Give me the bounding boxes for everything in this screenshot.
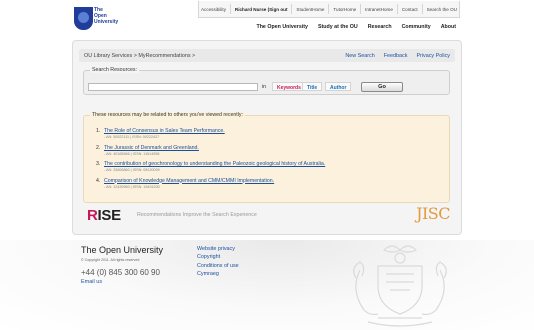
utility-bar: Accessibility Richard Nurse (Sign out St… <box>198 1 460 18</box>
nav-study[interactable]: Study at the OU <box>318 24 358 30</box>
divider <box>360 4 362 14</box>
divider <box>328 4 330 14</box>
main-navigation: The Open University Study at the OU Rese… <box>256 24 456 30</box>
item-meta: - AN: 40165566 | ISSN: 11614958 <box>104 151 160 156</box>
divider <box>396 4 398 14</box>
tutorhome-link[interactable]: TutorHome <box>333 7 356 12</box>
breadcrumb-library[interactable]: OU Library Services <box>84 53 132 59</box>
footer-links: Website privacy Copyright Conditions of … <box>197 245 239 279</box>
content-panel: OU Library Services > MyRecommendations … <box>72 40 462 235</box>
breadcrumb-myrecommendations[interactable]: MyRecommendations <box>138 53 190 59</box>
privacy-policy-link[interactable]: Privacy Policy <box>416 53 450 59</box>
item-meta: - AN: 12439960 | ISSN: 15401200 <box>104 184 160 189</box>
breadcrumb-separator: > <box>133 53 137 59</box>
divider <box>291 4 293 14</box>
recommendation-link[interactable]: The Role of Consensus in Sales Team Perf… <box>104 128 225 134</box>
contact-link[interactable]: Contact <box>402 7 418 12</box>
new-search-link[interactable]: New Search <box>345 53 374 59</box>
footer-title: The Open University <box>81 245 164 255</box>
search-legend: Search Resources: <box>90 67 140 73</box>
ou-wordmark: The Open University <box>94 7 118 25</box>
list-item: 1. The Role of Consensus in Sales Team Pe… <box>96 128 325 145</box>
list-item: 4. Comparison of Knowledge Management and… <box>96 178 325 195</box>
item-number: 2. <box>96 144 101 151</box>
footer-copyright: © Copyright 2011. All rights reserved <box>81 258 140 262</box>
nav-research[interactable]: Research <box>368 24 392 30</box>
search-option-author[interactable]: Author <box>325 82 352 91</box>
ou-logo[interactable]: The Open University <box>74 7 118 31</box>
rise-logo-rest: ISE <box>97 207 122 224</box>
item-number: 4. <box>96 177 101 184</box>
footer-email-link[interactable]: Email us <box>81 279 102 285</box>
recommendation-link[interactable]: Comparison of Knowledge Management and C… <box>104 178 274 184</box>
studenthome-link[interactable]: StudentHome <box>296 7 324 12</box>
accessibility-link[interactable]: Accessibility <box>201 7 226 12</box>
divider <box>421 4 423 14</box>
user-signout-link[interactable]: Richard Nurse (Sign out <box>235 7 288 12</box>
breadcrumb-separator: > <box>192 53 196 59</box>
rise-logo-r: R <box>87 207 98 224</box>
search-input[interactable] <box>88 83 258 91</box>
breadcrumb: OU Library Services > MyRecommendations … <box>84 53 195 59</box>
search-resources-box: Search Resources: in Keywords Title Auth… <box>83 67 450 95</box>
recommendations-legend: These resources may be related to others… <box>90 112 245 118</box>
rise-logo: RISE <box>87 207 121 224</box>
recommendation-link[interactable]: The Jurassic of Denmark and Greenland. <box>104 145 199 151</box>
footer-phone: +44 (0) 845 300 60 90 <box>81 268 160 277</box>
item-meta: - AN: 33606860 | ISSN: 08120099 <box>104 168 160 172</box>
breadcrumb-bar: OU Library Services > MyRecommendations … <box>79 49 455 62</box>
conditions-of-use-link[interactable]: Conditions of use <box>197 262 239 270</box>
nav-about[interactable]: About <box>441 24 456 30</box>
recommendations-box: These resources may be related to others… <box>83 112 450 203</box>
search-option-keywords[interactable]: Keywords <box>272 82 306 91</box>
nav-community[interactable]: Community <box>402 24 431 30</box>
search-option-title[interactable]: Title <box>302 82 323 91</box>
recommendations-list: 1. The Role of Consensus in Sales Team Pe… <box>96 128 325 194</box>
list-item: 2. The Jurassic of Denmark and Greenland.… <box>96 145 325 162</box>
ou-crest-icon <box>353 245 447 327</box>
list-item: 3. The contribution of geochronology to u… <box>96 161 325 178</box>
search-ou-link[interactable]: Search the OU <box>427 7 457 12</box>
website-privacy-link[interactable]: Website privacy <box>197 245 239 253</box>
recommendation-link[interactable]: The contribution of geochronology to und… <box>104 161 325 167</box>
item-number: 1. <box>96 128 101 134</box>
ou-shield-icon <box>74 7 93 30</box>
feedback-link[interactable]: Feedback <box>384 53 408 59</box>
intranethome-link[interactable]: IntranetHome <box>365 7 393 12</box>
breadcrumb-links: New Search Feedback Privacy Policy <box>345 53 450 59</box>
logo-line-3: University <box>94 19 119 25</box>
search-in-label: in <box>262 84 267 90</box>
item-meta: - AN: 50522111 | ISSN: 00222437 <box>104 135 160 139</box>
rise-tagline: Recommendations Improve the Search Exper… <box>137 212 257 218</box>
jisc-logo[interactable]: JISC <box>416 204 450 223</box>
nav-open-university[interactable]: The Open University <box>256 24 308 30</box>
divider <box>229 4 231 14</box>
cymraeg-link[interactable]: Cymraeg <box>197 270 239 278</box>
copyright-link[interactable]: Copyright <box>197 253 239 261</box>
go-button[interactable]: Go <box>361 82 403 92</box>
item-number: 3. <box>96 161 101 167</box>
